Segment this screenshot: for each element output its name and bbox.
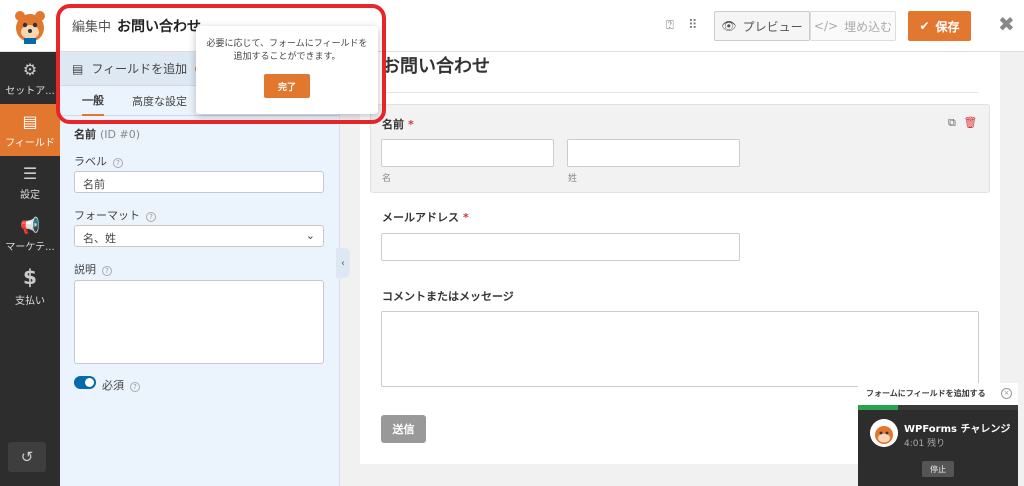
field-id: (ID #0) xyxy=(100,128,141,141)
help-icon[interactable]: ⍰ xyxy=(666,18,674,33)
sidebar-item-label: フィールド xyxy=(5,137,55,149)
megaphone-icon: 📢 xyxy=(20,215,40,235)
email-field-label: メールアドレス * xyxy=(382,209,469,225)
format-caption: フォーマット? xyxy=(74,207,156,223)
form-title: お問い合わせ xyxy=(382,56,490,77)
duplicate-icon[interactable]: ⧉ xyxy=(948,116,956,129)
challenge-step: フォームにフィールドを追加する xyxy=(858,383,1018,405)
description-caption: 説明? xyxy=(74,261,112,277)
check-icon: ✔ xyxy=(919,19,930,33)
email-label-text: メールアドレス xyxy=(382,211,459,224)
grid-icon[interactable]: ⠿ xyxy=(688,18,698,33)
collapse-panel-button[interactable]: ‹ xyxy=(336,248,350,278)
eye-icon: 👁 xyxy=(721,19,737,33)
fields-icon: ▤ xyxy=(22,111,38,131)
onboarding-tooltip: 必要に応じて、フォームにフィールドを追加することができます。 完了 xyxy=(196,26,378,114)
required-mark: * xyxy=(408,118,414,131)
sidebar-item-fields[interactable]: ▤ フィールド xyxy=(0,104,60,156)
submit-button[interactable]: 送信 xyxy=(381,415,426,443)
field-actions: ⧉ 🗑 xyxy=(948,116,977,130)
dollar-icon: $ xyxy=(23,265,37,289)
embed-label: 埋め込む xyxy=(844,19,893,34)
save-button[interactable]: ✔ 保存 xyxy=(908,11,971,41)
format-value: 名、姓 xyxy=(83,232,116,245)
description-textarea[interactable] xyxy=(74,280,324,364)
required-caption: 必須? xyxy=(102,377,140,393)
chevron-down-icon: ⌄ xyxy=(305,229,315,242)
comment-field-label: コメントまたはメッセージ xyxy=(382,290,514,303)
help-icon[interactable]: ? xyxy=(113,158,123,168)
close-icon[interactable]: × xyxy=(1001,388,1012,399)
label-caption: ラベル? xyxy=(74,153,123,169)
help-icon[interactable]: ? xyxy=(130,382,140,392)
last-name-sublabel: 姓 xyxy=(568,174,578,184)
first-name-input[interactable] xyxy=(381,139,554,167)
first-name-sublabel: 名 xyxy=(382,174,392,184)
sidebar-item-label: マーケテ... xyxy=(5,241,55,253)
challenge-title: WPForms チャレンジ xyxy=(904,424,1011,435)
close-icon[interactable]: ✖ xyxy=(998,12,1015,36)
help-icon[interactable]: ? xyxy=(102,266,112,276)
name-field-label: 名前 * xyxy=(382,116,414,132)
email-input[interactable] xyxy=(381,233,740,261)
stop-button[interactable]: 停止 xyxy=(922,461,954,477)
comment-textarea[interactable] xyxy=(381,311,979,387)
field-name: 名前 xyxy=(74,128,96,141)
code-icon: </> xyxy=(813,19,839,33)
required-toggle[interactable] xyxy=(74,376,96,389)
trash-icon[interactable]: 🗑 xyxy=(963,116,977,129)
wpforms-mascot-icon xyxy=(870,419,898,447)
sidebar-item-label: セットア... xyxy=(5,85,55,97)
description-caption-text: 説明 xyxy=(74,263,96,276)
challenge-time: 4:01 残り xyxy=(904,439,946,449)
sidebar-item-settings[interactable]: ☰ 設定 xyxy=(0,156,60,208)
revisions-icon[interactable]: ↺ xyxy=(8,442,46,472)
sidebar-item-marketing[interactable]: 📢 マーケテ... xyxy=(0,208,60,260)
label-input[interactable]: 名前 xyxy=(74,171,324,193)
embed-button[interactable]: </> 埋め込む xyxy=(810,11,896,41)
challenge-progress xyxy=(858,405,1018,410)
required-mark: * xyxy=(463,211,469,224)
last-name-input[interactable] xyxy=(567,139,740,167)
preview-label: プレビュー xyxy=(742,19,803,34)
preview-button[interactable]: 👁 プレビュー xyxy=(714,11,810,41)
challenge-progress-fill xyxy=(858,405,898,410)
sidebar-item-label: 設定 xyxy=(20,189,40,201)
name-label-text: 名前 xyxy=(382,118,404,131)
wpforms-logo-icon xyxy=(15,11,45,44)
builder-sidebar: ⚙ セットア... ▤ フィールド ☰ 設定 📢 マーケテ... $ 支払い ↺ xyxy=(0,52,60,486)
field-heading: 名前 (ID #0) xyxy=(74,126,140,142)
label-caption-text: ラベル xyxy=(74,155,107,168)
divider xyxy=(382,92,978,93)
sidebar-item-setup[interactable]: ⚙ セットア... xyxy=(0,52,60,104)
tooltip-text: 必要に応じて、フォームにフィールドを追加することができます。 xyxy=(206,39,368,62)
format-select[interactable]: 名、姓 ⌄ xyxy=(74,225,324,247)
help-icon[interactable]: ? xyxy=(146,212,156,222)
challenge-widget: フォームにフィールドを追加する × WPForms チャレンジ 4:01 残り … xyxy=(858,383,1018,486)
save-label: 保存 xyxy=(935,19,960,34)
done-button[interactable]: 完了 xyxy=(264,74,310,98)
sidebar-item-label: 支払い xyxy=(15,296,45,307)
sliders-icon: ☰ xyxy=(22,163,38,183)
gear-icon: ⚙ xyxy=(22,59,38,79)
sidebar-item-payments[interactable]: $ 支払い xyxy=(0,260,60,312)
required-label: 必須 xyxy=(102,379,124,392)
format-caption-text: フォーマット xyxy=(74,209,140,222)
